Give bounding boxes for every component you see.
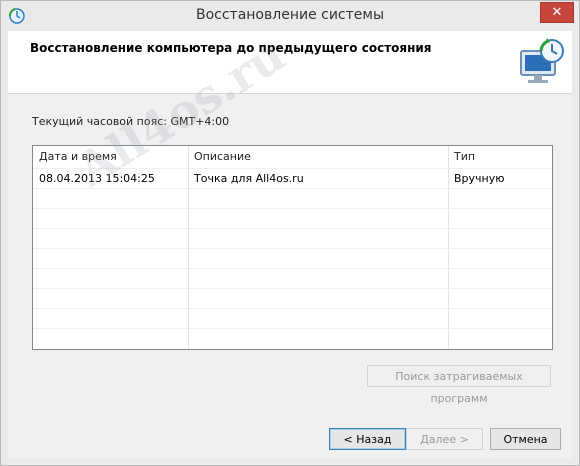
window-title: Восстановление системы	[195, 7, 385, 23]
system-restore-window: Восстановление системы ✕ Восстановление …	[0, 0, 580, 466]
back-button[interactable]: < Назад	[329, 428, 406, 450]
table-row-empty	[33, 308, 552, 329]
system-restore-large-icon	[516, 37, 566, 87]
dialog-content: Восстановление компьютера до предыдущего…	[8, 28, 572, 458]
wizard-header: Восстановление компьютера до предыдущего…	[8, 31, 572, 94]
column-header-description[interactable]: Описание	[194, 146, 251, 168]
table-row-empty	[33, 188, 552, 209]
cancel-button[interactable]: Отмена	[490, 428, 561, 450]
row-description: Точка для All4os.ru	[194, 172, 304, 185]
close-icon: ✕	[551, 5, 563, 20]
column-header-type[interactable]: Тип	[454, 146, 475, 168]
next-button[interactable]: Далее >	[406, 428, 483, 450]
table-row-empty	[33, 248, 552, 269]
close-button[interactable]: ✕	[540, 2, 574, 23]
table-row-empty	[33, 268, 552, 289]
table-row-empty	[33, 288, 552, 309]
scan-affected-programs-button[interactable]: Поиск затрагиваемых программ	[367, 365, 551, 405]
table-row-empty	[33, 228, 552, 249]
table-row-empty	[33, 328, 552, 349]
row-type: Вручную	[454, 172, 505, 185]
title-bar[interactable]: Восстановление системы ✕	[1, 1, 579, 31]
table-row-empty	[33, 208, 552, 229]
